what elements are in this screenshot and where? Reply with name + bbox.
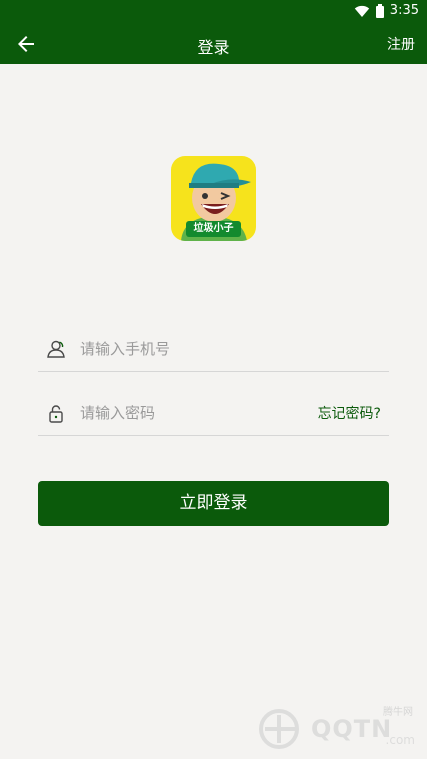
app-logo: 垃圾小子 — [171, 156, 256, 241]
logo-text: 垃圾小子 — [186, 221, 241, 237]
page-title: 登录 — [197, 38, 230, 57]
lock-icon — [49, 405, 63, 423]
login-button[interactable]: 立即登录 — [38, 481, 389, 526]
app-bar: 登录 注册 — [0, 24, 427, 64]
watermark-domain: .com — [385, 733, 415, 747]
status-time: 3:35 — [389, 3, 419, 18]
forgot-password-link[interactable]: 忘记密码? — [318, 403, 381, 423]
watermark: QQTN 腾牛网 .com — [255, 703, 415, 753]
status-bar: 3:35 — [0, 0, 427, 24]
watermark-brand: QQTN — [311, 715, 393, 743]
battery-icon — [375, 3, 384, 18]
user-icon — [47, 340, 65, 358]
password-field: 忘记密码? — [38, 391, 389, 436]
phone-input[interactable] — [78, 335, 302, 363]
watermark-site-label: 腾牛网 — [383, 707, 413, 718]
password-input[interactable] — [78, 399, 302, 427]
phone-field — [38, 327, 389, 372]
status-bar-right: 3:35 — [354, 3, 419, 18]
register-link[interactable]: 注册 — [387, 34, 415, 54]
watermark-logo-icon — [259, 709, 299, 749]
wifi-icon — [354, 5, 369, 17]
